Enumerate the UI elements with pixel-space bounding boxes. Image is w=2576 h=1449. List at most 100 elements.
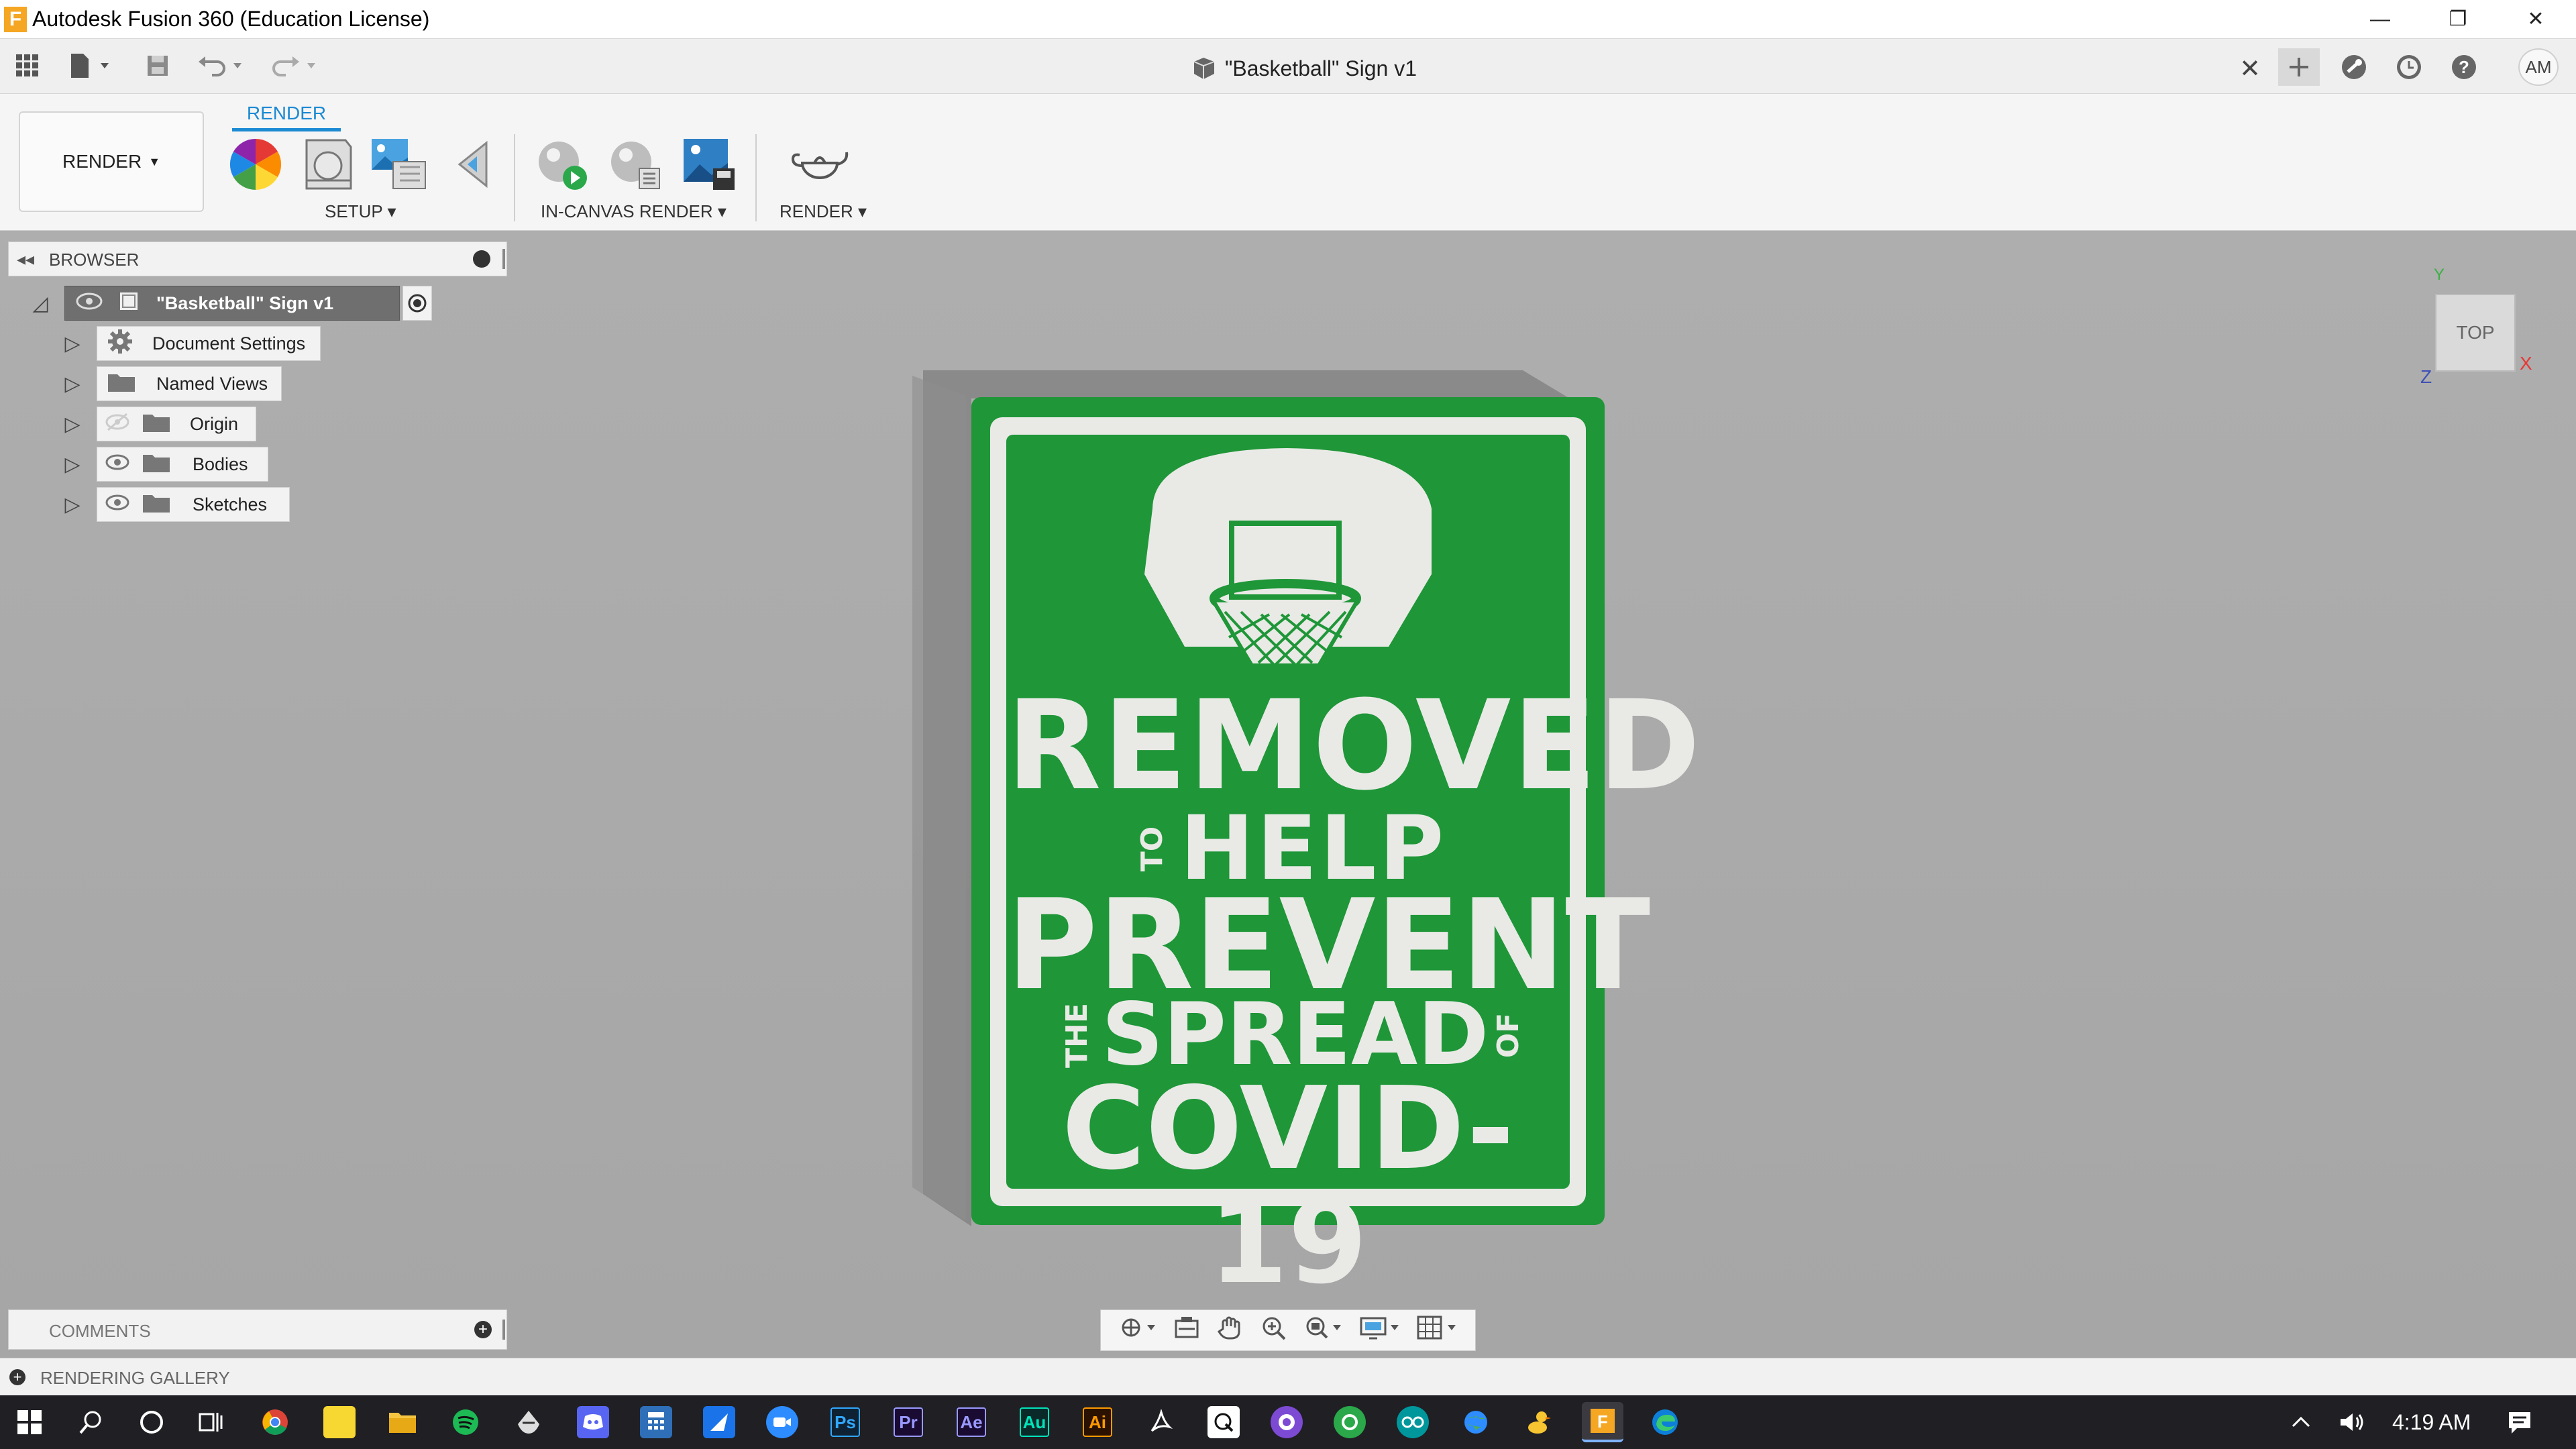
expand-gallery-icon[interactable]: + — [9, 1369, 25, 1385]
discord-icon[interactable] — [577, 1406, 609, 1438]
minimize-button[interactable]: — — [2341, 0, 2419, 39]
github-icon[interactable] — [1271, 1406, 1303, 1438]
after-effects-label: Ae — [957, 1407, 986, 1437]
calculator-icon[interactable] — [640, 1406, 672, 1438]
task-view-icon[interactable] — [195, 1406, 227, 1438]
sticky-notes-icon[interactable] — [323, 1406, 356, 1438]
data-panel-grid-icon[interactable] — [12, 48, 43, 83]
sketches-chip[interactable]: Sketches — [97, 487, 290, 522]
display-settings-icon[interactable] — [1358, 1314, 1401, 1346]
file-explorer-icon[interactable] — [386, 1406, 419, 1438]
notifications-icon[interactable] — [2504, 1406, 2536, 1438]
svg-text:?: ? — [2459, 57, 2469, 77]
capture-image-icon[interactable] — [679, 136, 739, 193]
show-hidden-icons-chevron[interactable] — [2285, 1406, 2317, 1438]
svg-text:F: F — [1597, 1411, 1608, 1432]
visibility-eye-icon[interactable] — [74, 291, 104, 316]
visibility-eye-icon[interactable] — [104, 493, 131, 517]
sketchbook-icon[interactable] — [703, 1406, 735, 1438]
spotify-icon[interactable] — [449, 1406, 482, 1438]
expand-arrow-icon[interactable]: ▷ — [59, 366, 86, 401]
panel-pin-icon[interactable] — [502, 1320, 505, 1340]
fusion-360-taskbar-icon[interactable]: F — [1582, 1402, 1623, 1442]
expand-arrow-icon[interactable]: ▷ — [59, 326, 86, 361]
group-label-in-canvas-render[interactable]: IN-CANVAS RENDER ▾ — [541, 201, 727, 222]
system-clock[interactable]: 4:19 AM — [2392, 1410, 2471, 1435]
chrome-icon[interactable] — [259, 1406, 291, 1438]
fit-window-icon[interactable] — [1303, 1314, 1344, 1346]
pan-hand-icon[interactable] — [1216, 1314, 1246, 1346]
collapse-panel-icon[interactable]: ◂◂ — [17, 249, 34, 270]
activate-radio-icon[interactable] — [402, 286, 432, 321]
texture-map-icon[interactable] — [369, 136, 429, 193]
arduino-icon[interactable] — [1397, 1406, 1429, 1438]
visibility-eye-icon[interactable] — [104, 453, 131, 476]
group-label-render[interactable]: RENDER ▾ — [780, 201, 867, 222]
browser-root-chip[interactable]: "Basketball" Sign v1 — [64, 286, 400, 321]
close-window-button[interactable]: ✕ — [2497, 0, 2575, 39]
inkscape-icon[interactable] — [513, 1406, 545, 1438]
ribbon-divider — [755, 134, 757, 221]
undo-icon[interactable] — [195, 48, 251, 83]
decal-icon[interactable] — [443, 136, 503, 193]
document-tab[interactable]: "Basketball" Sign v1 ✕ — [331, 44, 2277, 93]
named-views-chip[interactable]: Named Views — [97, 366, 282, 401]
scene-settings-icon[interactable] — [298, 136, 358, 193]
new-tab-button[interactable] — [2278, 48, 2320, 86]
redo-icon[interactable] — [266, 48, 322, 83]
job-status-clock-icon[interactable] — [2388, 48, 2430, 86]
expand-arrow-icon[interactable]: ▷ — [59, 487, 86, 522]
restore-button[interactable]: ❐ — [2419, 0, 2497, 39]
look-at-icon[interactable] — [1172, 1314, 1201, 1346]
rendering-gallery-bar[interactable]: + RENDERING GALLERY — [0, 1358, 2576, 1395]
comments-panel: COMMENTS + — [8, 1309, 507, 1350]
orbit-icon[interactable] — [1118, 1314, 1158, 1346]
workspace-switcher-button[interactable]: RENDER ▼ — [19, 111, 204, 212]
speaker-volume-icon[interactable] — [2336, 1406, 2368, 1438]
group-label-setup[interactable]: SETUP ▾ — [325, 201, 396, 222]
expand-arrow-icon[interactable]: ▷ — [59, 447, 86, 482]
add-comment-icon[interactable]: + — [474, 1321, 492, 1338]
zoom-app-icon[interactable] — [766, 1406, 798, 1438]
view-cube[interactable]: TOP — [2435, 294, 2516, 372]
snip-tool-icon[interactable] — [1208, 1406, 1240, 1438]
photoshop-icon[interactable]: Ps — [829, 1406, 861, 1438]
save-icon[interactable] — [141, 48, 174, 83]
gear-icon — [107, 328, 133, 360]
in-canvas-render-play-icon[interactable] — [533, 136, 593, 193]
windows-start-icon[interactable] — [13, 1406, 46, 1438]
after-effects-icon[interactable]: Ae — [955, 1406, 987, 1438]
cortana-icon[interactable] — [136, 1406, 168, 1438]
comments-title: COMMENTS — [49, 1321, 151, 1341]
audition-icon[interactable]: Au — [1018, 1406, 1051, 1438]
zoom-icon[interactable] — [1260, 1314, 1289, 1346]
file-menu-icon[interactable] — [64, 48, 118, 83]
render-teapot-icon[interactable] — [789, 136, 849, 193]
expand-triangle-icon[interactable]: ◿ — [27, 286, 54, 321]
rubber-duck-icon[interactable] — [1523, 1406, 1555, 1438]
globe-icon[interactable] — [1460, 1406, 1492, 1438]
close-document-button[interactable]: ✕ — [2239, 54, 2261, 84]
grammarly-icon[interactable] — [1334, 1406, 1366, 1438]
edge-icon[interactable] — [1649, 1406, 1681, 1438]
folder-icon — [142, 491, 171, 519]
origin-chip[interactable]: Origin — [97, 407, 256, 441]
bodies-chip[interactable]: Bodies — [97, 447, 268, 482]
browser-minimize-icon[interactable] — [473, 250, 490, 268]
document-settings-chip[interactable]: Document Settings — [97, 326, 321, 361]
panel-pin-icon[interactable] — [502, 249, 505, 269]
expand-arrow-icon[interactable]: ▷ — [59, 407, 86, 441]
help-icon[interactable]: ? — [2443, 48, 2485, 86]
acrobat-icon[interactable] — [1144, 1406, 1177, 1438]
search-icon[interactable] — [75, 1406, 107, 1438]
premiere-label: Pr — [894, 1407, 923, 1437]
hidden-eye-icon[interactable] — [104, 413, 131, 436]
grid-settings-icon[interactable] — [1415, 1314, 1458, 1346]
tab-render[interactable]: RENDER — [232, 98, 341, 131]
illustrator-icon[interactable]: Ai — [1081, 1406, 1114, 1438]
premiere-icon[interactable]: Pr — [892, 1406, 924, 1438]
extensions-icon[interactable] — [2333, 48, 2375, 86]
user-avatar[interactable]: AM — [2518, 48, 2559, 86]
appearance-color-wheel-icon[interactable] — [225, 136, 286, 193]
in-canvas-render-settings-icon[interactable] — [605, 136, 665, 193]
